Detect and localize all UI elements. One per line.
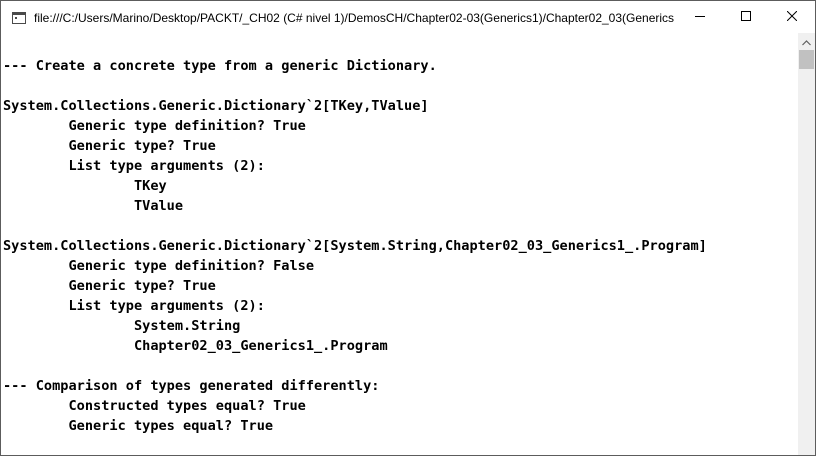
console-line: System.Collections.Generic.Dictionary`2[…	[3, 98, 429, 114]
console-line: System.String	[3, 318, 241, 334]
console-line: Generic type definition? False	[3, 258, 314, 274]
console-line: --- Create a concrete type from a generi…	[3, 58, 437, 74]
console-output[interactable]: --- Create a concrete type from a generi…	[1, 33, 798, 455]
scroll-thumb[interactable]	[799, 50, 814, 69]
console-line: Generic type definition? True	[3, 118, 306, 134]
maximize-icon	[741, 8, 751, 26]
console-line: --- Comparison of types generated differ…	[3, 378, 380, 394]
console-line: Generic type? True	[3, 138, 216, 154]
close-icon	[786, 8, 798, 26]
close-button[interactable]	[769, 1, 815, 33]
window-title: file:///C:/Users/Marino/Desktop/PACKT/_C…	[34, 11, 674, 25]
title-bar[interactable]: file:///C:/Users/Marino/Desktop/PACKT/_C…	[1, 1, 815, 33]
chevron-up-icon	[802, 33, 811, 51]
console-window: file:///C:/Users/Marino/Desktop/PACKT/_C…	[0, 0, 816, 456]
console-line: TKey	[3, 178, 167, 194]
vertical-scrollbar[interactable]	[798, 33, 815, 455]
console-line: List type arguments (2):	[3, 298, 265, 314]
console-line: TValue	[3, 198, 184, 214]
console-line: Constructed types equal? True	[3, 398, 306, 414]
console-line: Generic type? True	[3, 278, 216, 294]
minimize-button[interactable]	[677, 1, 723, 33]
console-line: Chapter02_03_Generics1_.Program	[3, 338, 388, 354]
scroll-up-button[interactable]	[798, 33, 815, 50]
console-line: List type arguments (2):	[3, 158, 265, 174]
console-line: System.Collections.Generic.Dictionary`2[…	[3, 238, 707, 254]
console-line: Generic types equal? True	[3, 418, 274, 434]
console-window-icon[interactable]	[12, 11, 26, 24]
minimize-icon	[695, 8, 705, 26]
maximize-button[interactable]	[723, 1, 769, 33]
